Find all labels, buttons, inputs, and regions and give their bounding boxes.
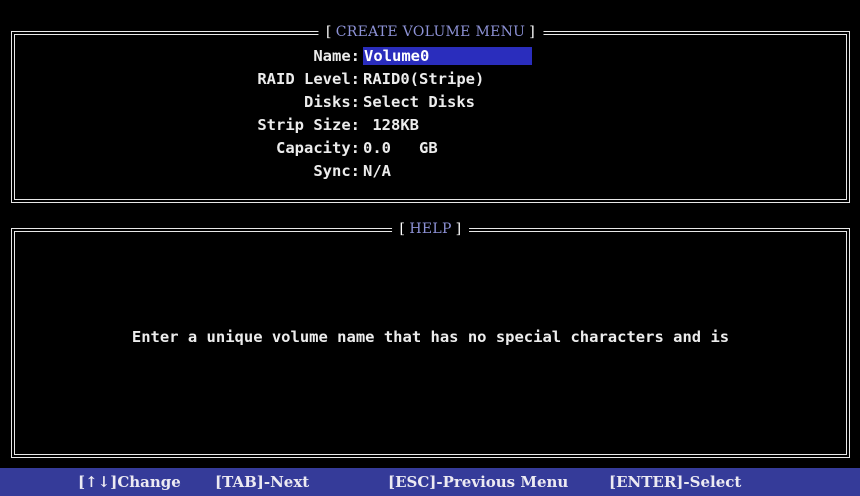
strip-size-value[interactable]: 128KB: [363, 114, 419, 136]
field-row-sync[interactable]: Sync: N/A: [15, 160, 846, 182]
create-volume-panel-title: [CREATE VOLUME MENU]: [317, 22, 544, 42]
name-input-value[interactable]: Volume0: [363, 47, 429, 65]
create-volume-panel: [CREATE VOLUME MENU] Name: Volume0 RAID …: [11, 22, 850, 203]
sync-label: Sync:: [313, 162, 360, 180]
raid-level-label: RAID Level:: [257, 70, 360, 88]
strip-size-label: Strip Size:: [257, 116, 360, 134]
name-input[interactable]: Volume0: [363, 47, 532, 65]
title-open-bracket: [: [325, 24, 332, 40]
capacity-label: Capacity:: [276, 139, 360, 157]
field-row-strip-size[interactable]: Strip Size: 128KB: [15, 114, 846, 136]
hint-previous-menu: [ESC]-Previous Menu: [388, 473, 569, 491]
field-row-capacity[interactable]: Capacity: 0.0 GB: [15, 137, 846, 159]
help-text: Enter a unique volume name that has no s…: [131, 328, 730, 346]
raid-level-value[interactable]: RAID0(Stripe): [363, 68, 484, 90]
sync-value[interactable]: N/A: [363, 160, 391, 182]
field-row-name[interactable]: Name: Volume0: [15, 45, 846, 67]
disks-label: Disks:: [304, 93, 360, 111]
help-title-text: HELP: [409, 221, 452, 237]
capacity-value[interactable]: 0.0 GB: [363, 137, 438, 159]
name-label: Name:: [313, 47, 360, 65]
help-panel: [HELP] Enter a unique volume name that h…: [11, 219, 850, 458]
help-panel-title: [HELP]: [391, 219, 470, 239]
create-volume-title-text: CREATE VOLUME MENU: [335, 24, 526, 40]
hint-select: [ENTER]-Select: [609, 473, 742, 491]
title-close-bracket: ]: [529, 24, 536, 40]
field-row-disks[interactable]: Disks: Select Disks: [15, 91, 846, 113]
status-bar: [↑↓]Change [TAB]-Next [ESC]-Previous Men…: [0, 468, 860, 496]
hint-next: [TAB]-Next: [215, 473, 310, 491]
help-title-close-bracket: ]: [455, 221, 462, 237]
disks-value[interactable]: Select Disks: [363, 91, 475, 113]
field-row-raid-level[interactable]: RAID Level: RAID0(Stripe): [15, 68, 846, 90]
hint-change: [↑↓]Change: [78, 473, 181, 491]
help-title-open-bracket: [: [399, 221, 406, 237]
